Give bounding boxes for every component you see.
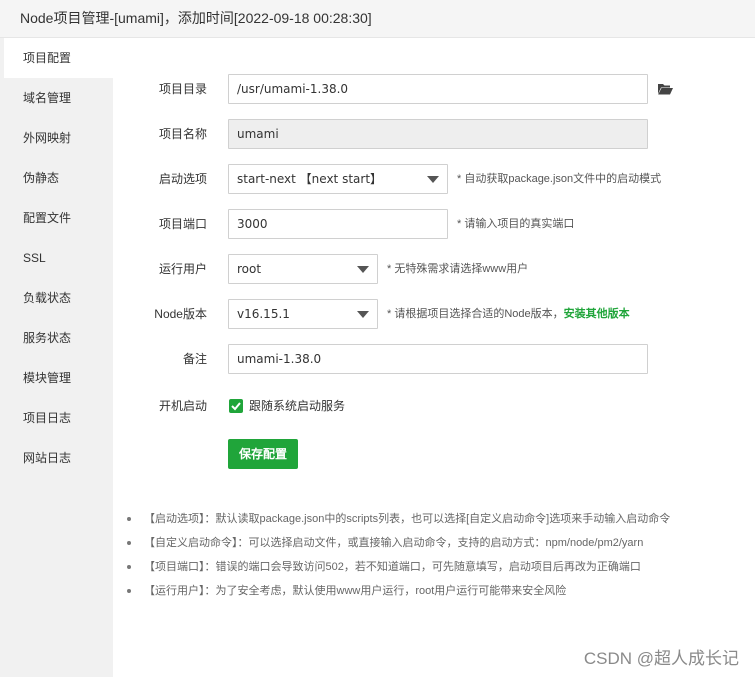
autostart-checkbox[interactable] <box>229 399 243 413</box>
remark-input[interactable]: umami-1.38.0 <box>228 344 648 374</box>
chevron-down-icon <box>357 266 369 273</box>
sidebar-item-rewrite[interactable]: 伪静态 <box>0 158 113 198</box>
folder-icon[interactable] <box>657 82 673 96</box>
project-port-label: 项目端口 <box>158 217 207 231</box>
sidebar-item-load-status[interactable]: 负载状态 <box>0 278 113 318</box>
row-project-dir: 项目目录 /usr/umami-1.38.0 <box>113 74 755 104</box>
bullet-icon <box>127 589 131 593</box>
sidebar-item-project-log[interactable]: 项目日志 <box>0 398 113 438</box>
watermark: CSDN @超人成长记 <box>583 649 739 668</box>
project-port-hint: * 请输入项目的真实端口 <box>457 218 575 230</box>
note-text: 【运行用户】：为了安全考虑，默认使用www用户运行，root用户运行可能带来安全… <box>144 585 567 597</box>
sidebar-item-service-status[interactable]: 服务状态 <box>0 318 113 358</box>
run-user-select[interactable]: root <box>228 254 378 284</box>
install-other-version-link[interactable]: 安装其他版本 <box>564 308 630 320</box>
node-version-select[interactable]: v16.15.1 <box>228 299 378 329</box>
list-item: 【自定义启动命令】：可以选择启动文件，或直接输入启动命令，支持的启动方式：npm… <box>127 531 747 555</box>
chevron-down-icon <box>357 311 369 318</box>
remark-label: 备注 <box>182 352 207 366</box>
chevron-down-icon <box>427 176 439 183</box>
row-run-user: 运行用户 root * 无特殊需求请选择www用户 <box>113 254 755 284</box>
run-user-label: 运行用户 <box>158 262 207 276</box>
main-content: 项目目录 /usr/umami-1.38.0 项目名称 umami 启动选项 s… <box>113 38 755 677</box>
sidebar-item-ssl[interactable]: SSL <box>0 238 113 278</box>
node-version-label: Node版本 <box>154 307 207 321</box>
sidebar-item-domain[interactable]: 域名管理 <box>0 78 113 118</box>
project-port-input[interactable]: 3000 <box>228 209 448 239</box>
list-item: 【运行用户】：为了安全考虑，默认使用www用户运行，root用户运行可能带来安全… <box>127 579 747 603</box>
row-node-version: Node版本 v16.15.1 * 请根据项目选择合适的Node版本，安装其他版… <box>113 299 755 329</box>
save-config-button[interactable]: 保存配置 <box>228 439 298 469</box>
autostart-checkbox-label[interactable]: 跟随系统启动服务 <box>249 391 345 421</box>
row-remark: 备注 umami-1.38.0 <box>113 344 755 374</box>
project-name-input[interactable]: umami <box>228 119 648 149</box>
note-text: 【启动选项】：默认读取package.json中的scripts列表，也可以选择… <box>144 513 671 525</box>
sidebar-item-site-log[interactable]: 网站日志 <box>0 438 113 478</box>
row-autostart: 开机启动 跟随系统启动服务 <box>113 391 755 421</box>
sidebar-item-project-config[interactable]: 项目配置 <box>4 38 113 78</box>
node-version-value: v16.15.1 <box>237 307 290 321</box>
bullet-icon <box>127 565 131 569</box>
bullet-icon <box>127 541 131 545</box>
sidebar-item-external-mapping[interactable]: 外网映射 <box>0 118 113 158</box>
project-name-label: 项目名称 <box>158 127 207 141</box>
project-dir-input[interactable]: /usr/umami-1.38.0 <box>228 74 648 104</box>
note-text: 【自定义启动命令】：可以选择启动文件，或直接输入启动命令，支持的启动方式：npm… <box>144 537 644 549</box>
run-user-value: root <box>237 262 262 276</box>
project-dir-label: 项目目录 <box>158 82 207 96</box>
window-title: Node项目管理-[umami]，添加时间[2022-09-18 00:28:3… <box>0 0 755 38</box>
start-option-hint: * 自动获取package.json文件中的启动模式 <box>457 173 662 185</box>
row-start-option: 启动选项 start-next 【next start】 * 自动获取packa… <box>113 164 755 194</box>
run-user-hint: * 无特殊需求请选择www用户 <box>387 263 529 275</box>
sidebar: 项目配置 域名管理 外网映射 伪静态 配置文件 SSL 负载状态 服务状态 模块… <box>0 38 113 677</box>
row-project-name: 项目名称 umami <box>113 119 755 149</box>
node-version-hint-text: * 请根据项目选择合适的Node版本， <box>387 308 564 320</box>
check-icon <box>231 402 241 411</box>
sidebar-item-config-file[interactable]: 配置文件 <box>0 198 113 238</box>
sidebar-item-modules[interactable]: 模块管理 <box>0 358 113 398</box>
list-item: 【启动选项】：默认读取package.json中的scripts列表，也可以选择… <box>127 507 747 531</box>
list-item: 【项目端口】：错误的端口会导致访问502，若不知道端口，可先随意填写，启动项目后… <box>127 555 747 579</box>
node-version-hint: * 请根据项目选择合适的Node版本，安装其他版本 <box>387 299 630 329</box>
autostart-label: 开机启动 <box>158 399 207 413</box>
note-text: 【项目端口】：错误的端口会导致访问502，若不知道端口，可先随意填写，启动项目后… <box>144 561 641 573</box>
row-project-port: 项目端口 3000 * 请输入项目的真实端口 <box>113 209 755 239</box>
start-option-label: 启动选项 <box>158 172 207 186</box>
start-option-select[interactable]: start-next 【next start】 <box>228 164 448 194</box>
start-option-value: start-next 【next start】 <box>237 172 383 186</box>
bullet-icon <box>127 517 131 521</box>
help-notes: 【启动选项】：默认读取package.json中的scripts列表，也可以选择… <box>127 507 747 603</box>
